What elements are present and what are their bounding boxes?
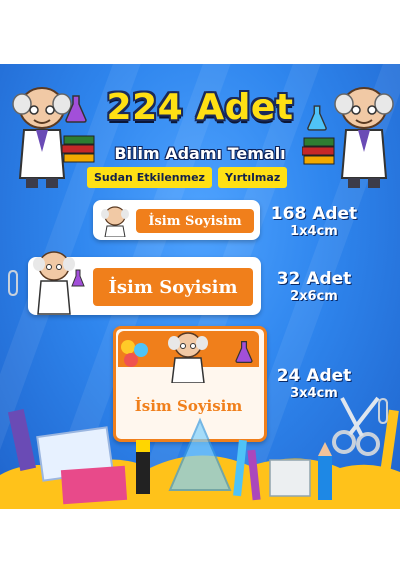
label-small-size: 168 Adet 1x4cm (266, 204, 362, 239)
label-medium-text: İsim Soyisim (108, 276, 238, 298)
scientist-icon (101, 206, 129, 237)
product-banner: 224 Adet Bilim Adamı Temalı Sudan Etkile… (0, 64, 400, 509)
abc-icon (121, 340, 148, 367)
flask-icon (235, 341, 253, 363)
paperclip-icon (378, 397, 388, 425)
scientist-icon (168, 332, 208, 383)
waterproof-badge: Sudan Etkilenmez (87, 167, 212, 188)
page-title: 224 Adet (106, 87, 294, 128)
label-small-count: 168 Adet (270, 204, 358, 224)
label-medium-dimensions: 2x6cm (290, 289, 338, 304)
label-medium-count: 32 Adet (276, 269, 352, 289)
scientist-icon (33, 251, 85, 315)
label-small-dimensions: 1x4cm (290, 224, 338, 239)
tearproof-badge: Yırtılmaz (217, 167, 288, 188)
label-small-text: İsim Soyisim (148, 213, 242, 229)
paperclip-icon (8, 269, 18, 297)
page-subtitle: Bilim Adamı Temalı (114, 144, 286, 163)
label-medium-size: 32 Adet 2x6cm (266, 269, 362, 304)
label-small-name-bar: İsim Soyisim (136, 209, 254, 233)
label-medium-name-bar: İsim Soyisim (93, 268, 253, 306)
badge-row: Sudan Etkilenmez Yırtılmaz (87, 167, 288, 188)
